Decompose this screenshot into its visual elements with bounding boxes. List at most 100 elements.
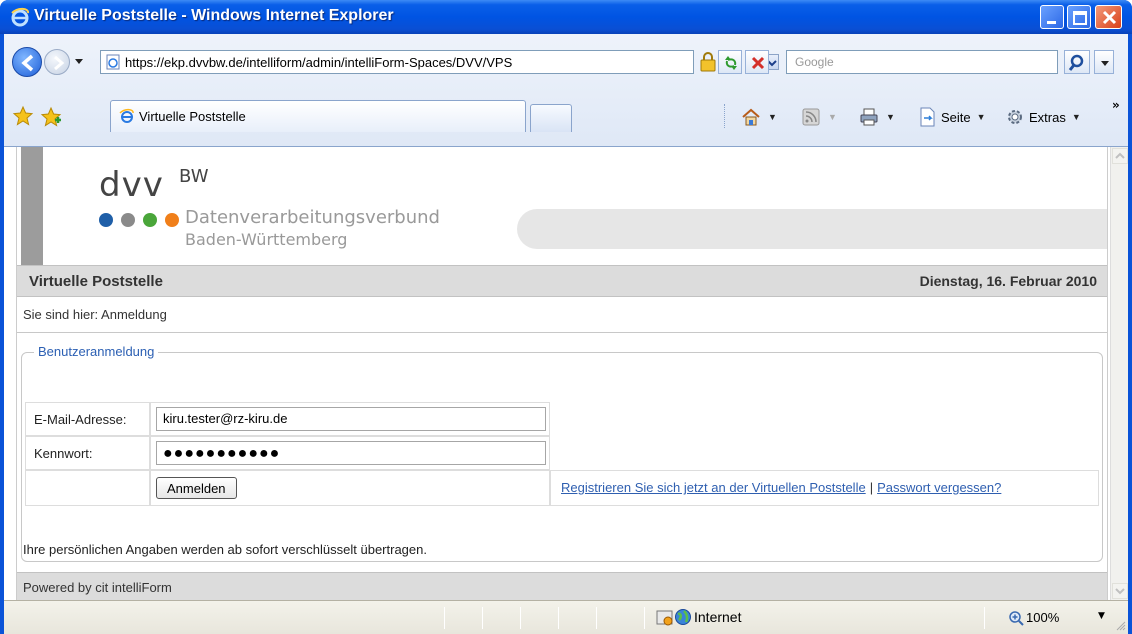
search-box[interactable]: Google: [786, 50, 1058, 74]
home-dropdown-icon: ▼: [768, 112, 777, 122]
internet-zone-icon[interactable]: [674, 608, 692, 626]
site-footer: Powered by cit intelliForm: [17, 572, 1107, 601]
address-bar[interactable]: https://ekp.dvvbw.de/intelliform/admin/i…: [100, 50, 779, 74]
tools-menu-label: Extras: [1029, 109, 1066, 125]
tab-label: Virtuelle Poststelle: [139, 109, 246, 124]
logo-wordmark: dvv: [99, 165, 164, 205]
rss-feed-icon: [802, 108, 820, 126]
email-label-cell: E-Mail-Adresse:: [25, 402, 150, 436]
ie-page-icon: [119, 108, 134, 123]
new-tab-button[interactable]: [530, 104, 572, 132]
minimize-button[interactable]: [1040, 5, 1064, 29]
print-button[interactable]: ▼: [858, 106, 895, 128]
email-field[interactable]: kiru.tester@rz-kiru.de: [156, 407, 546, 431]
logo-tagline-2: Baden-Württemberg: [185, 230, 348, 249]
print-dropdown-icon: ▼: [886, 112, 895, 122]
zoom-dropdown-icon[interactable]: ▼: [1098, 611, 1105, 621]
printer-icon: [860, 108, 878, 126]
breadcrumb: Sie sind hier: Anmeldung: [17, 297, 1107, 333]
status-bar: Internet 100% ▼: [4, 600, 1128, 634]
security-zone: Internet: [694, 609, 742, 625]
back-button[interactable]: [12, 47, 42, 77]
lock-icon[interactable]: [696, 50, 720, 74]
logo-dot-orange: [165, 213, 179, 227]
stop-icon: [751, 56, 765, 70]
status-divider: [558, 607, 559, 629]
register-link[interactable]: Registrieren Sie sich jetzt an der Virtu…: [561, 480, 866, 495]
section-bar: Virtuelle Poststelle Dienstag, 16. Febru…: [17, 265, 1107, 297]
footer-text: Powered by cit intelliForm: [23, 580, 172, 595]
tools-menu-button[interactable]: Extras ▼: [1004, 106, 1081, 128]
password-label-cell: Kennwort:: [25, 436, 150, 470]
minimize-icon: [1047, 21, 1056, 24]
page-title: Virtuelle Poststelle: [29, 273, 163, 290]
status-divider: [984, 607, 985, 629]
forgot-password-link[interactable]: Passwort vergessen?: [877, 480, 1001, 495]
chevron-down-icon: [1115, 588, 1125, 595]
web-page: dvv BW Datenverarbeitungsverbund Baden-W…: [16, 147, 1108, 601]
link-separator: |: [869, 480, 874, 495]
title-bar: Virtuelle Poststelle - Windows Internet …: [0, 0, 1132, 34]
current-date: Dienstag, 16. Februar 2010: [919, 273, 1097, 289]
email-input-cell: kiru.tester@rz-kiru.de: [150, 402, 550, 436]
scroll-down-button[interactable]: [1112, 583, 1128, 599]
zoom-level[interactable]: 100%: [1026, 610, 1059, 625]
close-icon: [1102, 10, 1117, 25]
page-menu-button[interactable]: Seite ▼: [916, 106, 986, 128]
password-input-cell: ●●●●●●●●●●●: [150, 436, 550, 470]
add-favorite-icon[interactable]: [40, 106, 62, 128]
vertical-scrollbar[interactable]: [1110, 147, 1128, 601]
logo-tagline-1: Datenverarbeitungsverbund: [185, 207, 440, 228]
password-label: Kennwort:: [34, 446, 93, 461]
refresh-button[interactable]: [718, 50, 742, 74]
close-button[interactable]: [1095, 5, 1122, 29]
login-button[interactable]: Anmelden: [156, 477, 237, 499]
home-icon: [742, 108, 760, 126]
feeds-dropdown-icon: ▼: [828, 112, 837, 122]
refresh-icon: [725, 56, 737, 70]
logo-superscript: BW: [179, 166, 209, 187]
browser-window: Virtuelle Poststelle - Windows Internet …: [0, 0, 1132, 634]
breadcrumb-text: Sie sind hier: Anmeldung: [23, 307, 167, 322]
more-commands-icon[interactable]: »: [1112, 98, 1120, 112]
header-accent-bar: [21, 147, 43, 265]
page-viewport: dvv BW Datenverarbeitungsverbund Baden-W…: [4, 146, 1128, 601]
ie-logo-icon: [11, 7, 29, 27]
caret-down-icon: [1101, 61, 1109, 66]
zoom-icon[interactable]: [1008, 610, 1024, 626]
protected-mode-icon[interactable]: [656, 609, 674, 627]
resize-grip-icon[interactable]: [1116, 621, 1126, 631]
home-button[interactable]: ▼: [740, 106, 777, 128]
page-menu-label: Seite: [941, 109, 971, 125]
maximize-button[interactable]: [1067, 5, 1091, 29]
links-cell: Registrieren Sie sich jetzt an der Virtu…: [550, 470, 1099, 506]
logo-dot-green: [143, 213, 157, 227]
address-text: https://ekp.dvvbw.de/intelliform/admin/i…: [125, 55, 513, 70]
empty-cell: [25, 470, 150, 506]
gear-icon: [1008, 110, 1022, 124]
logo-dot-blue: [99, 213, 113, 227]
command-separator: [724, 104, 725, 128]
search-options-button[interactable]: [1094, 50, 1114, 74]
stop-button[interactable]: [745, 50, 769, 74]
search-button[interactable]: [1064, 50, 1090, 74]
email-label: E-Mail-Adresse:: [34, 412, 127, 427]
tab-virtuelle-poststelle[interactable]: Virtuelle Poststelle: [110, 100, 526, 132]
search-icon: [1068, 54, 1084, 71]
history-dropdown-icon[interactable]: [74, 56, 84, 66]
favorites-star-icon[interactable]: [12, 105, 34, 127]
status-divider: [596, 607, 597, 629]
status-divider: [520, 607, 521, 629]
arrow-right-icon: [54, 55, 65, 71]
password-field[interactable]: ●●●●●●●●●●●: [156, 441, 546, 465]
logo-dot-grey: [121, 213, 135, 227]
feeds-button[interactable]: ▼: [800, 106, 837, 128]
header-banner-shape: [517, 209, 1107, 249]
forward-button[interactable]: [44, 49, 70, 75]
status-divider: [644, 607, 645, 629]
page-dropdown-icon: ▼: [976, 112, 986, 122]
login-legend: Benutzeranmeldung: [34, 344, 159, 359]
scroll-up-button[interactable]: [1112, 148, 1128, 164]
search-placeholder: Google: [795, 55, 834, 69]
maximize-icon: [1073, 11, 1087, 25]
